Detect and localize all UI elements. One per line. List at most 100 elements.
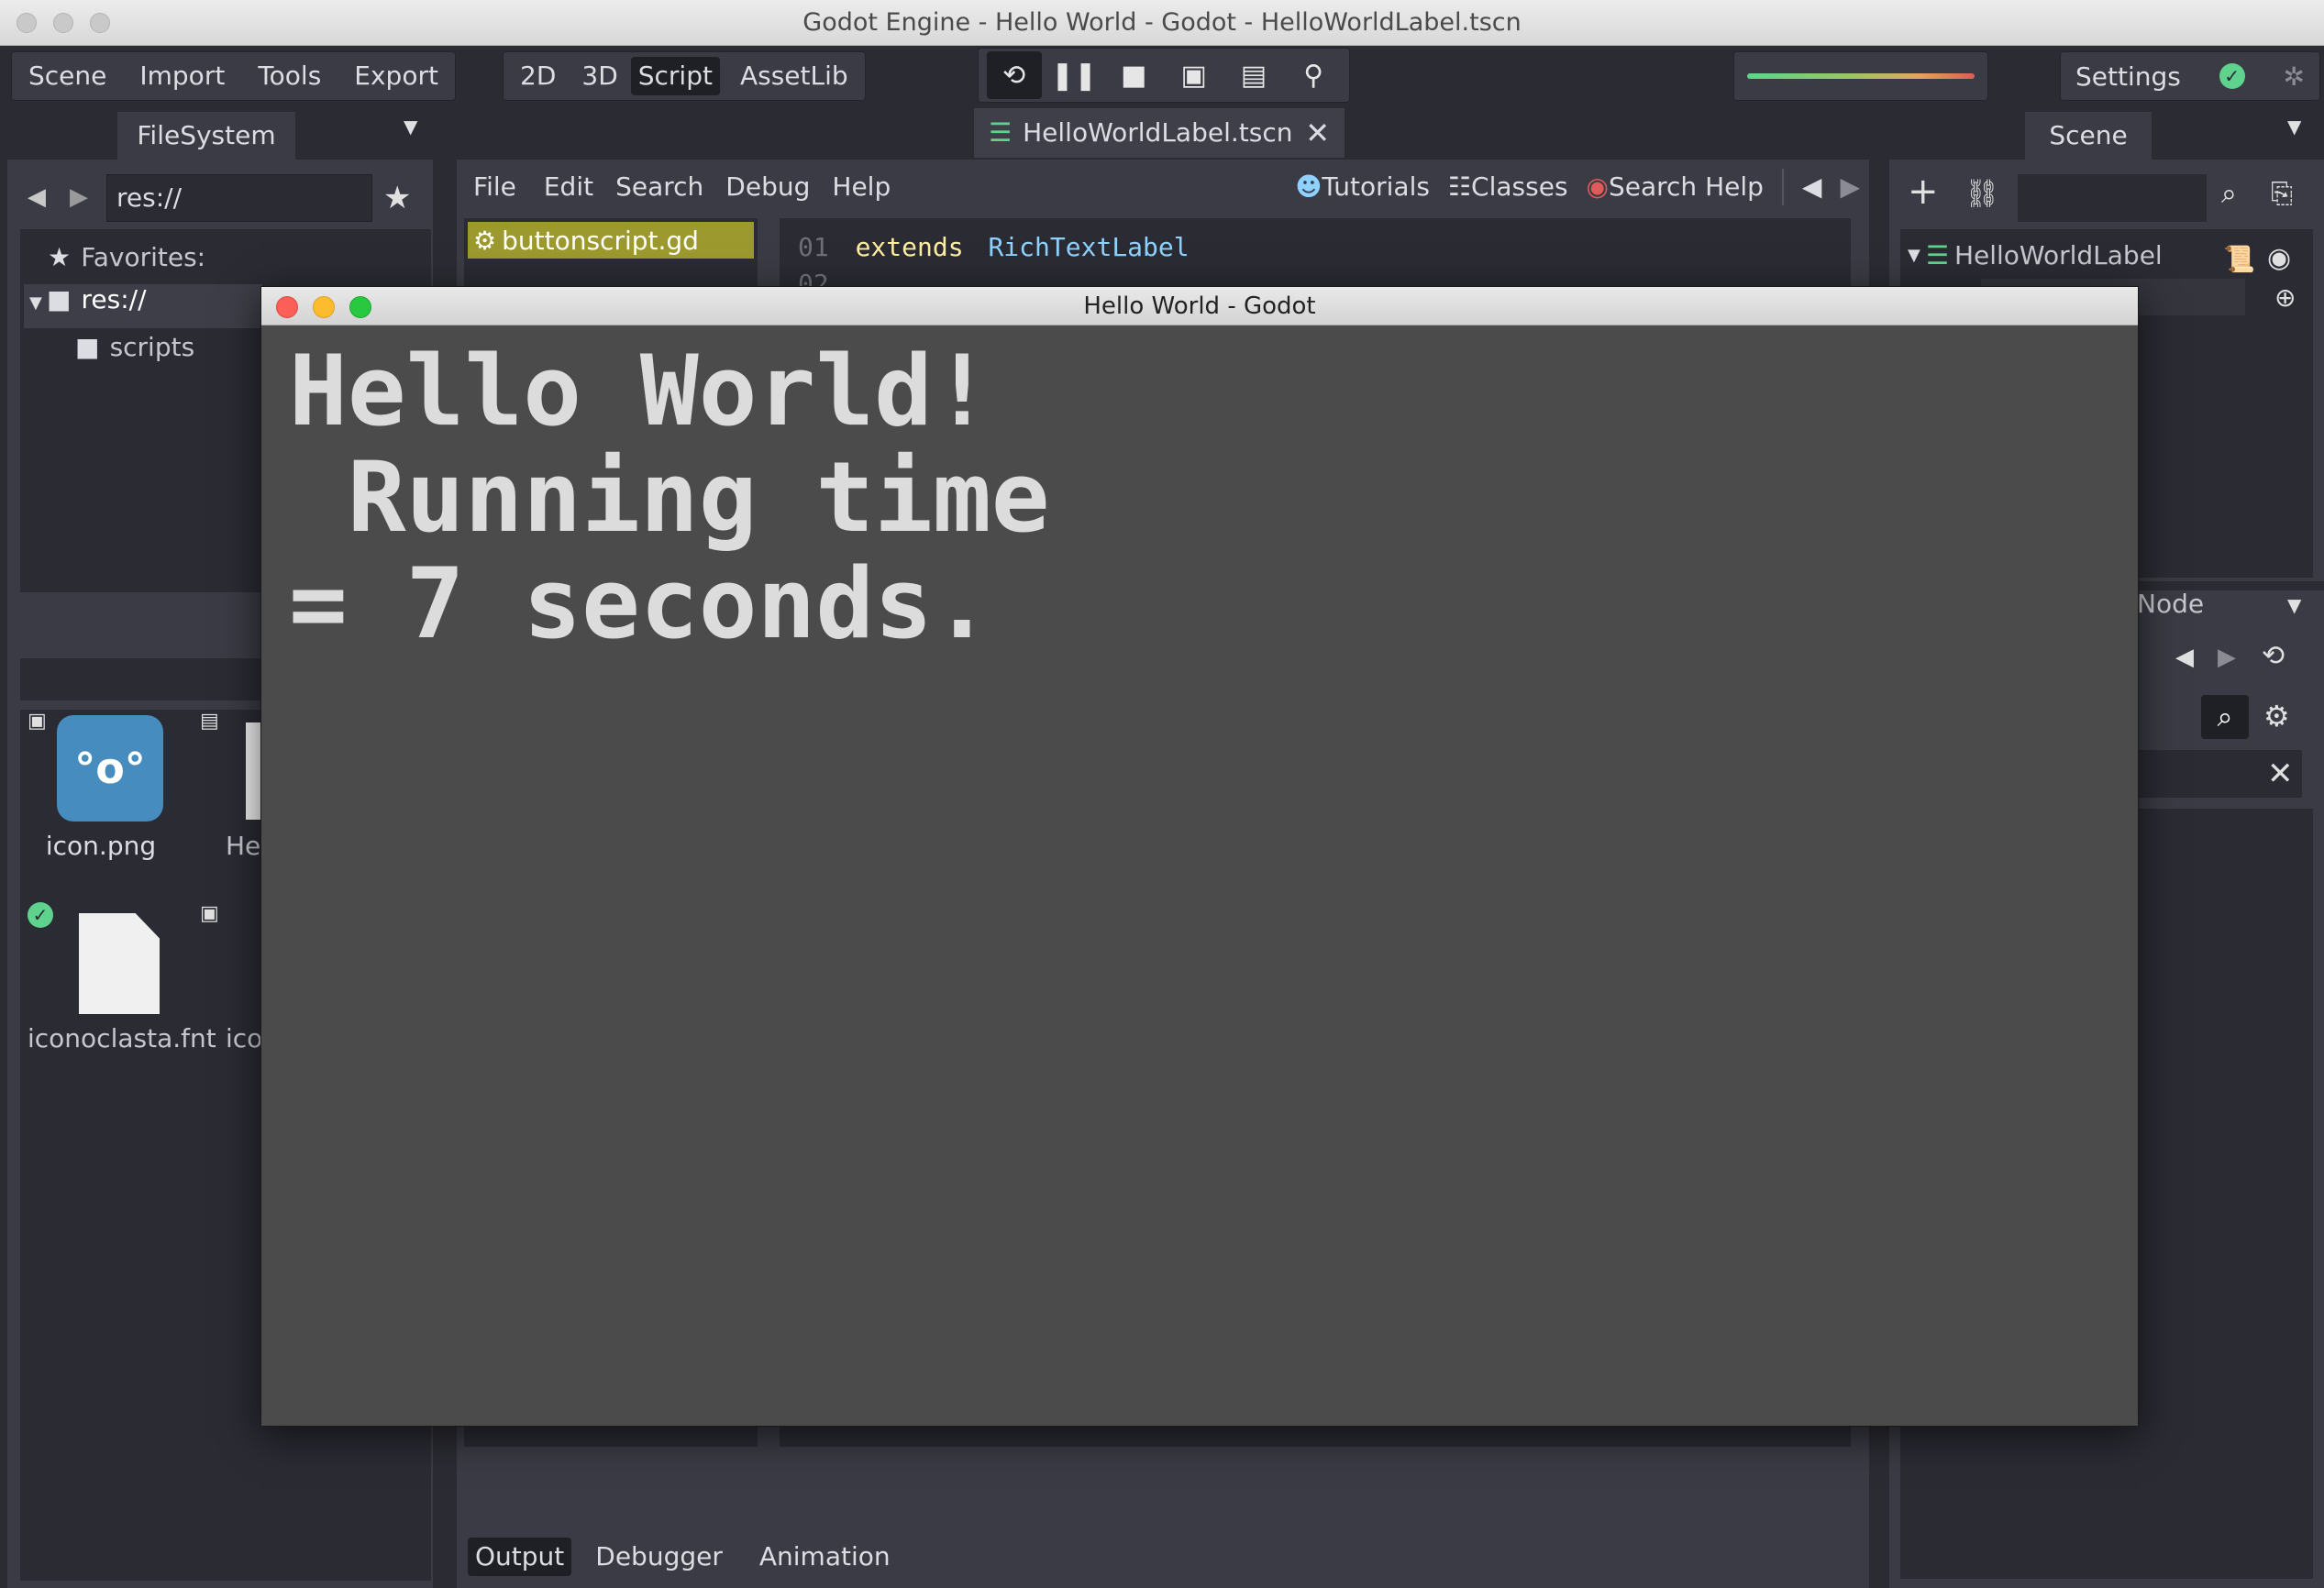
scene-file-tab[interactable]: ☰ HelloWorldLabel.tscn ✕ (974, 108, 1345, 158)
dock-menu-icon[interactable]: ▼ (2287, 116, 2301, 138)
favorites-row[interactable]: ★ Favorites: (48, 242, 205, 272)
classes-label: Classes (1471, 171, 1568, 202)
favorites-star-icon: ★ (48, 242, 72, 272)
history-forward-icon[interactable]: ▶ (1831, 165, 1869, 209)
spinner-icon: ✲ (2283, 61, 2305, 92)
gear-icon[interactable]: ⚙ (2263, 699, 2290, 733)
label-line-2: Running time (289, 441, 1050, 554)
menu-tools[interactable]: Tools (241, 54, 338, 98)
workspace-switcher: 2D 3D Script AssetLib (503, 51, 866, 101)
workspace-2d[interactable]: 2D (504, 54, 572, 98)
playback-toolbar: ⟲ ❚❚ ■ ▣ ▤ ⚲ (978, 48, 1350, 103)
forward-icon[interactable]: ▶ (2218, 644, 2236, 671)
dock-menu-icon[interactable]: ▼ (2287, 594, 2301, 616)
help-links: ☻Tutorials ☷Classes ◉Search Help ◀ ▶ (1286, 165, 1869, 209)
script-list-item[interactable]: ⚙ buttonscript.gd (468, 222, 754, 259)
hello-world-label: Hello World! Running time = 7 seconds. (289, 338, 1050, 657)
file-item[interactable]: ▣ °o° icon.png (28, 710, 163, 875)
script-menu-file[interactable]: File (457, 165, 533, 209)
settings-menu[interactable]: Settings (2075, 61, 2181, 92)
play-custom-scene-icon[interactable]: ▤ (1226, 51, 1281, 99)
star-icon[interactable]: ★ (383, 180, 411, 216)
play-scene-icon[interactable]: ▣ (1167, 51, 1222, 99)
tree-scripts-row[interactable]: ■ scripts (75, 332, 194, 362)
gear-icon: ⚙ (473, 225, 497, 256)
stop-icon[interactable]: ■ (1106, 51, 1161, 99)
script-menu-edit[interactable]: Edit (533, 165, 604, 209)
script-menu-help[interactable]: Help (821, 165, 902, 209)
workspace-3d[interactable]: 3D (572, 54, 626, 98)
search-icon[interactable]: ⌕ (2201, 695, 2249, 739)
history-back-icon[interactable]: ◀ (1793, 165, 1832, 209)
visibility-eye-icon[interactable]: ◉ (2267, 242, 2291, 274)
add-node-icon[interactable]: + (1908, 171, 1939, 213)
instance-scene-icon[interactable]: ⎘ (2271, 178, 2293, 210)
pause-icon[interactable]: ❚❚ (1046, 51, 1101, 99)
classes-link[interactable]: ☷Classes (1439, 165, 1577, 209)
tree-root-row[interactable]: ▼ ■ res:// (24, 284, 262, 328)
lifebuoy-icon: ◉ (1586, 171, 1609, 202)
file-name: iconoclasta.fnt (28, 1023, 216, 1053)
favorites-label: Favorites: (81, 242, 206, 272)
file-name: icon.png (45, 831, 157, 861)
tab-scene[interactable]: Scene (2025, 112, 2152, 160)
code-type: RichTextLabel (988, 232, 1190, 262)
script-icon[interactable]: 📜 (2223, 244, 2255, 274)
signal-icon[interactable]: ⊕ (2274, 282, 2296, 313)
scene-tree-root[interactable]: ▼ ☰ HelloWorldLabel (1908, 240, 2163, 270)
close-tab-icon[interactable]: ✕ (1305, 109, 1330, 157)
script-menu-search[interactable]: Search (604, 165, 714, 209)
main-menu: Scene Import Tools Export (11, 51, 456, 101)
tab-node[interactable]: Node (2137, 589, 2204, 619)
label-line-3: = 7 seconds. (289, 547, 991, 660)
richtextlabel-icon: ☰ (989, 117, 1013, 148)
check-icon: ✓ (28, 902, 53, 928)
back-icon[interactable]: ◀ (28, 183, 46, 211)
forward-icon[interactable]: ▶ (70, 183, 88, 211)
tab-debugger[interactable]: Debugger (579, 1535, 739, 1579)
folder-icon: ■ (75, 332, 100, 362)
tree-root-label: res:// (81, 284, 147, 314)
update-meter (1733, 51, 1988, 101)
workspace-assetlib[interactable]: AssetLib (724, 54, 865, 98)
performance-bar (1747, 73, 1975, 79)
image-type-icon: ▣ (28, 710, 47, 733)
file-item[interactable]: ✓ iconoclasta.fnt (28, 902, 216, 1067)
menu-export[interactable]: Export (338, 54, 455, 98)
class-tree-icon: ☷ (1447, 171, 1472, 202)
label-line-1: Hello World! (289, 335, 991, 447)
window-title: Godot Engine - Hello World - Godot - Hel… (802, 8, 1522, 37)
history-icon[interactable]: ⟲ (2262, 640, 2285, 672)
godot-logo-icon: °o° (57, 715, 163, 822)
remote-debug-icon[interactable]: ⚲ (1286, 51, 1341, 99)
game-window: Hello World - Godot Hello World! Running… (260, 286, 2139, 1427)
file-document-icon (79, 913, 160, 1014)
script-menu-debug[interactable]: Debug (714, 165, 821, 209)
search-icon[interactable]: ⌕ (2221, 178, 2237, 210)
menu-scene[interactable]: Scene (12, 54, 123, 98)
folder-icon: ■ (46, 284, 72, 314)
tutorials-link[interactable]: ☻Tutorials (1286, 165, 1439, 209)
play-icon[interactable]: ⟲ (986, 51, 1042, 99)
workspace-script[interactable]: Script (630, 57, 720, 95)
image-type-icon: ▣ (200, 902, 219, 925)
search-help-link[interactable]: ◉Search Help (1577, 165, 1773, 209)
dock-menu-icon[interactable]: ▼ (404, 116, 417, 138)
expand-arrow-icon[interactable]: ▼ (29, 293, 42, 313)
settings-area: Settings ✓ ✲ (2060, 51, 2320, 101)
link-icon[interactable]: ⛓ (1964, 178, 1999, 210)
game-window-title: Hello World - Godot (1083, 292, 1316, 320)
expand-arrow-icon[interactable]: ▼ (1908, 246, 1920, 265)
path-field[interactable]: res:// (106, 174, 372, 222)
tutorials-label: Tutorials (1322, 171, 1430, 202)
tab-filesystem[interactable]: FileSystem (117, 112, 295, 160)
tab-animation[interactable]: Animation (743, 1535, 907, 1579)
update-ok-icon: ✓ (2219, 63, 2245, 89)
path-value: res:// (116, 182, 183, 213)
tab-output[interactable]: Output (468, 1538, 572, 1576)
back-icon[interactable]: ◀ (2175, 644, 2194, 671)
close-icon[interactable]: ✕ (2267, 755, 2294, 792)
scene-filter-input[interactable] (2018, 174, 2207, 222)
tree-scripts-label: scripts (109, 332, 195, 362)
menu-import[interactable]: Import (123, 54, 241, 98)
